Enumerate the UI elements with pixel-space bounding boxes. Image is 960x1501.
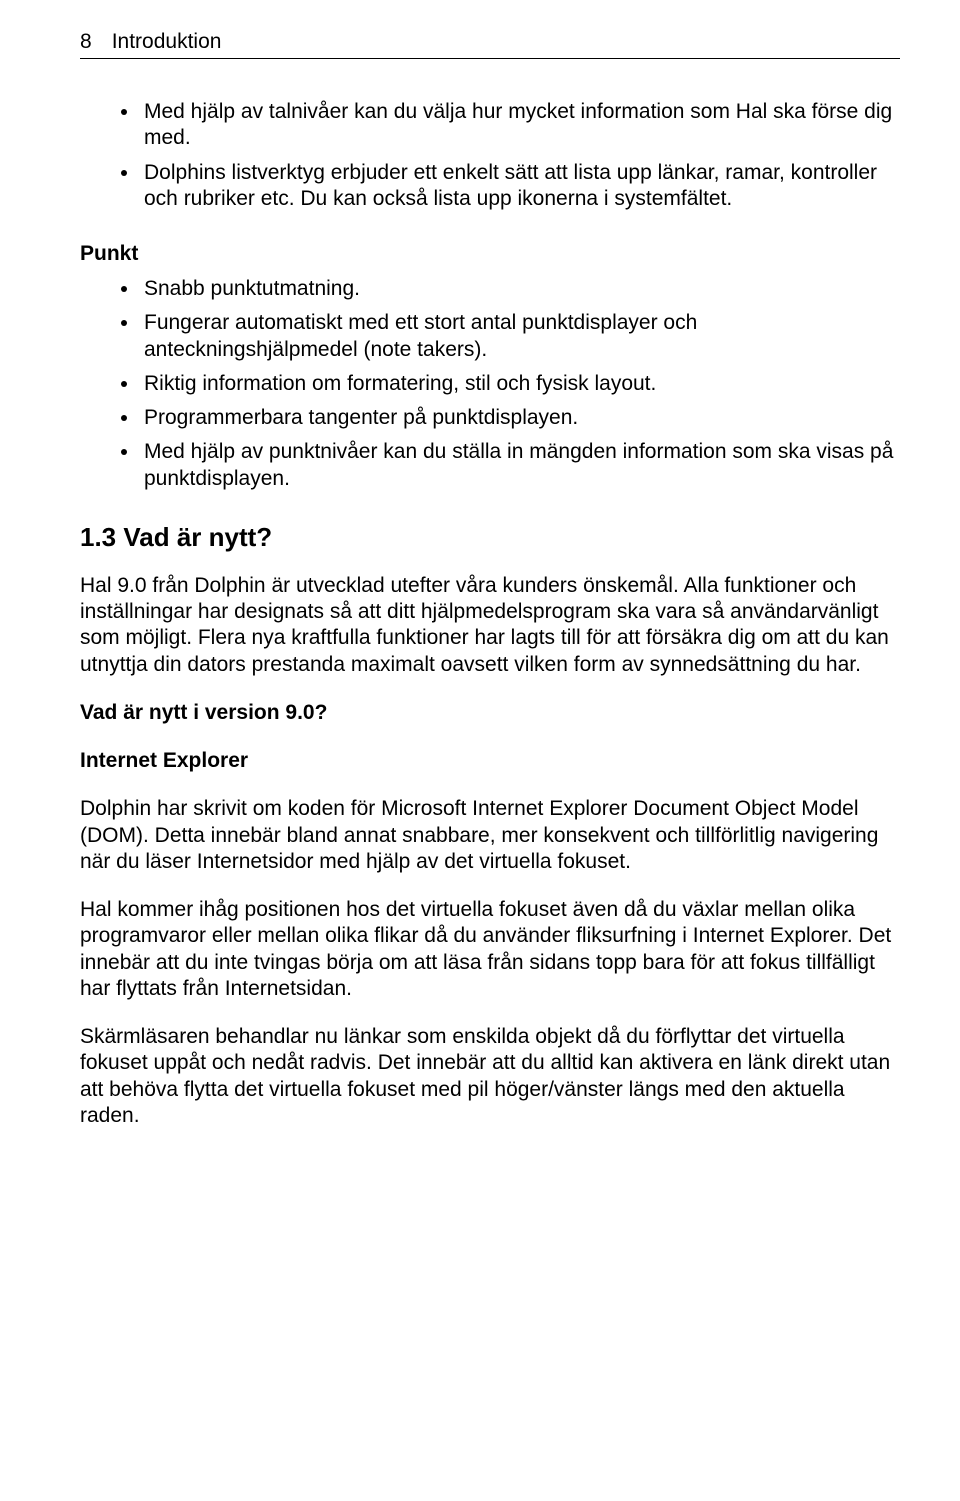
list-item: Fungerar automatiskt med ett stort antal… bbox=[140, 310, 900, 363]
document-page: 8 Introduktion Med hjälp av talnivåer ka… bbox=[0, 0, 960, 1191]
page-title: Introduktion bbox=[112, 30, 222, 54]
list-item: Med hjälp av punktnivåer kan du ställa i… bbox=[140, 439, 900, 492]
subheading-ie: Internet Explorer bbox=[80, 748, 900, 774]
section-heading-1-3: 1.3 Vad är nytt? bbox=[80, 522, 900, 553]
punkt-bullet-list: Snabb punktutmatning. Fungerar automatis… bbox=[80, 276, 900, 492]
paragraph: Skärmläsaren behandlar nu länkar som ens… bbox=[80, 1024, 900, 1129]
paragraph: Dolphin har skrivit om koden för Microso… bbox=[80, 796, 900, 875]
paragraph: Hal kommer ihåg positionen hos det virtu… bbox=[80, 897, 900, 1002]
page-header: 8 Introduktion bbox=[80, 30, 900, 59]
list-item: Dolphins listverktyg erbjuder ett enkelt… bbox=[140, 160, 900, 213]
subheading-version: Vad är nytt i version 9.0? bbox=[80, 700, 900, 726]
list-item: Programmerbara tangenter på punktdisplay… bbox=[140, 405, 900, 431]
list-item: Riktig information om formatering, stil … bbox=[140, 371, 900, 397]
punkt-heading: Punkt bbox=[80, 242, 900, 266]
page-number: 8 bbox=[80, 30, 92, 54]
list-item: Snabb punktutmatning. bbox=[140, 276, 900, 302]
list-item: Med hjälp av talnivåer kan du välja hur … bbox=[140, 99, 900, 152]
paragraph: Hal 9.0 från Dolphin är utvecklad utefte… bbox=[80, 573, 900, 678]
top-bullet-list: Med hjälp av talnivåer kan du välja hur … bbox=[80, 99, 900, 212]
